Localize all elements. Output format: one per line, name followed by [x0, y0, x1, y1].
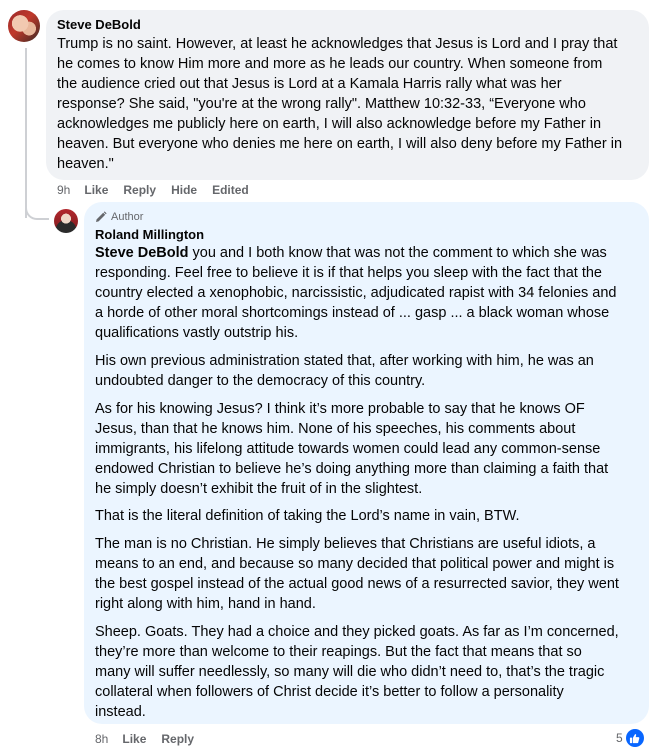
- author-badge: Author: [95, 209, 143, 225]
- reply-line: That is the literal definition of taking…: [95, 508, 520, 524]
- reply-line: he simply doesn’t exhibit the fruit of i…: [95, 481, 423, 497]
- reply-line: many will suffer needlessly, so many wil…: [95, 664, 605, 680]
- reply-line: undoubted danger to the democracy of thi…: [95, 373, 426, 389]
- reply-line: collateral when followers of Christ deci…: [95, 684, 564, 700]
- reply-button[interactable]: Reply: [123, 183, 156, 197]
- like-button[interactable]: Like: [122, 732, 146, 746]
- comment-line: the audience cried out that Jesus is Lor…: [57, 76, 562, 92]
- avatar[interactable]: [54, 209, 78, 233]
- comment-line: response? She said, "you're at the wrong…: [57, 96, 586, 112]
- timestamp[interactable]: 8h: [95, 732, 108, 746]
- comment-line: Trump is no saint. However, at least he …: [57, 36, 618, 52]
- reply-line: right along with him, hand in hand.: [95, 596, 316, 612]
- reply-line: immigrants, his lifelong attitude toward…: [95, 441, 601, 457]
- reply-button[interactable]: Reply: [161, 732, 194, 746]
- comment-line: he comes to know Him more and more as he…: [57, 56, 603, 72]
- comment-line: heaven.": [57, 156, 114, 172]
- mention-link[interactable]: Steve DeBold: [95, 245, 188, 261]
- reply-line: endowed Christian to believe he’s doing …: [95, 461, 609, 477]
- reply-line: Steve DeBold you and I both know that wa…: [95, 243, 607, 263]
- reply-line: As for his knowing Jesus? I think it’s m…: [95, 401, 585, 417]
- reply-line: country elected a xenophobic, narcissist…: [95, 285, 617, 301]
- avatar[interactable]: [8, 10, 40, 42]
- reaction-count: 5: [616, 731, 623, 745]
- reply-line: The man is no Christian. He simply belie…: [95, 536, 596, 552]
- like-button[interactable]: Like: [84, 183, 108, 197]
- comment-line: acknowledges me publicly here on earth, …: [57, 116, 602, 132]
- reply-line-text: you and I both know that was not the com…: [188, 245, 607, 261]
- timestamp[interactable]: 9h: [57, 183, 70, 197]
- thread-line: [25, 48, 27, 218]
- thumbs-up-icon: [625, 729, 644, 747]
- reply-line: His own previous administration stated t…: [95, 353, 594, 369]
- reply-line: Jesus, than that he knows him. None of h…: [95, 421, 576, 437]
- reply-line: the best gospel instead of the actual go…: [95, 576, 619, 592]
- reaction-summary[interactable]: 5: [616, 729, 644, 747]
- reply-line: Sheep. Goats. They had a choice and they…: [95, 624, 619, 640]
- edited-label: Edited: [212, 183, 249, 197]
- reply-line: a horde of other moral shortcomings inst…: [95, 305, 610, 321]
- reply-line: means to an end, and because so many dec…: [95, 556, 615, 572]
- reply-line: they’re more than welcome to their reapi…: [95, 644, 582, 660]
- reply-line: responding. Feel free to believe it is i…: [95, 265, 602, 281]
- reply-actions: 8h Like Reply: [95, 732, 209, 746]
- author-badge-label: Author: [111, 211, 144, 223]
- hide-button[interactable]: Hide: [171, 183, 197, 197]
- comment-actions: 9h Like Reply Hide Edited: [57, 183, 264, 197]
- reply-line: qualifications vastly outstrip his.: [95, 325, 299, 341]
- comment-line: heaven. But everyone who denies me here …: [57, 136, 623, 152]
- pencil-icon: [96, 211, 107, 222]
- thread-connector: [25, 200, 49, 220]
- reply-line: instead.: [95, 704, 146, 720]
- reply-author-name[interactable]: Roland Millington: [95, 227, 204, 242]
- comment-author-name[interactable]: Steve DeBold: [57, 17, 141, 32]
